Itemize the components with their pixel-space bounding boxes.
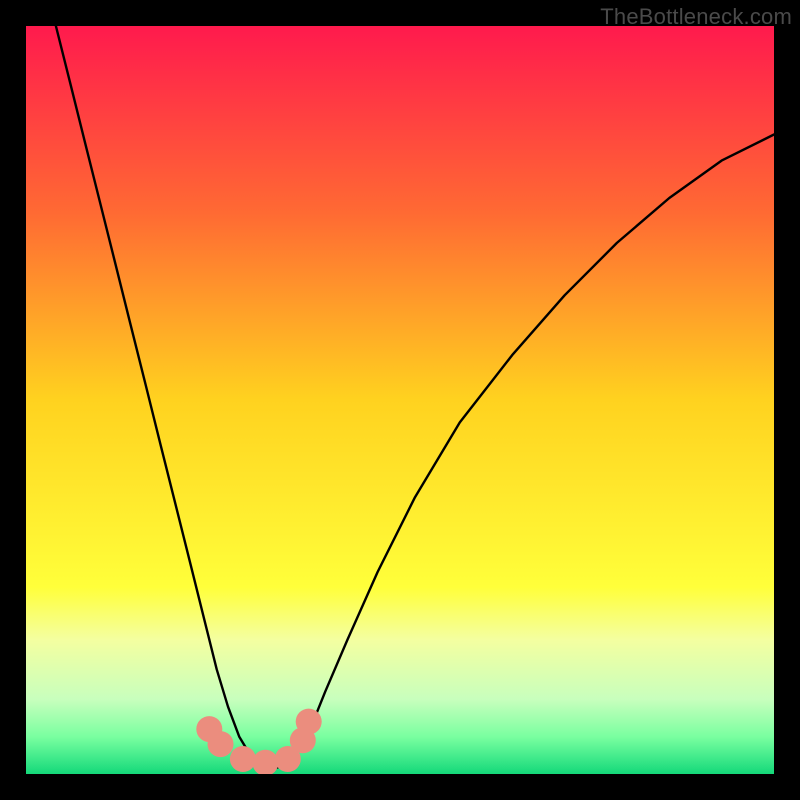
highlight-point — [230, 746, 256, 772]
bottleneck-chart — [26, 26, 774, 774]
chart-frame — [26, 26, 774, 774]
highlight-point — [208, 731, 234, 757]
watermark-text: TheBottleneck.com — [600, 4, 792, 30]
gradient-background — [26, 26, 774, 774]
highlight-point — [296, 709, 322, 735]
